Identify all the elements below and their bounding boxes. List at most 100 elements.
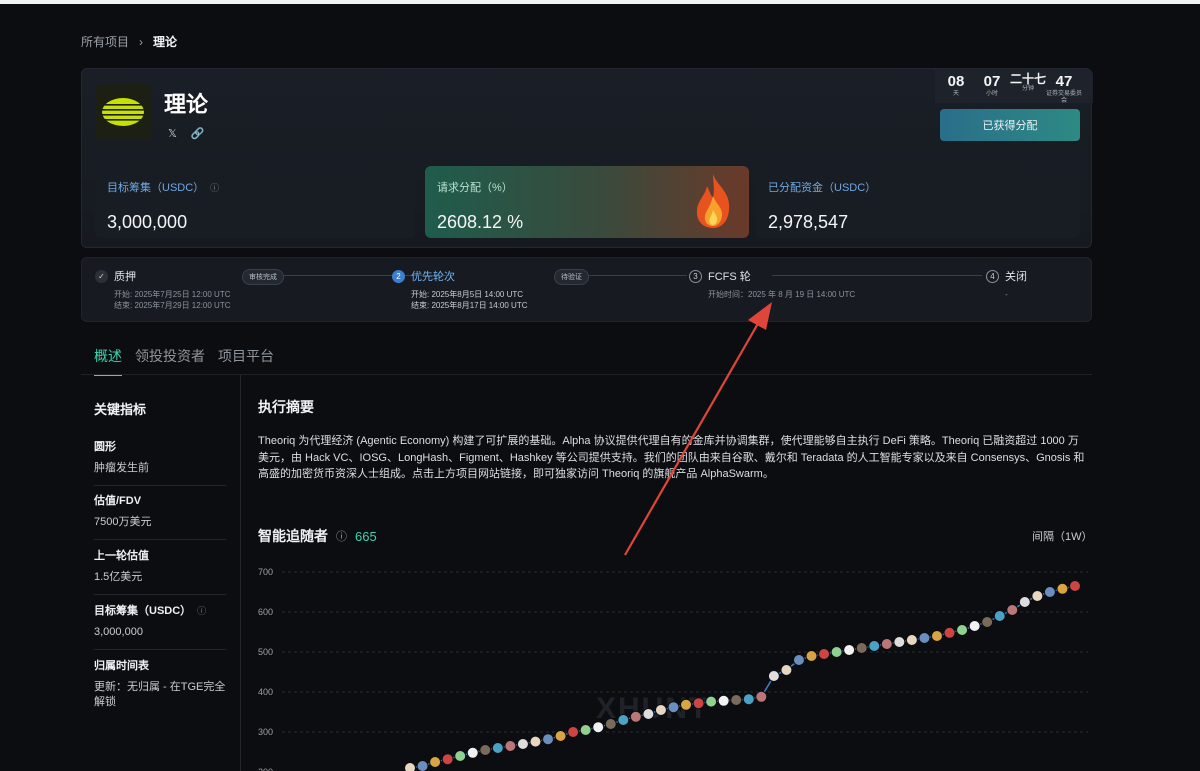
follower-avatar-point[interactable] <box>830 646 843 658</box>
stat-label: 请求分配（%） <box>437 182 513 194</box>
x-icon[interactable]: 𝕏 <box>168 127 177 140</box>
timeline-step-priority[interactable]: 2 优先轮次 开始: 2025年8月5日 14:00 UTC 结束: 2025年8月… <box>392 268 528 311</box>
follower-avatar-point[interactable] <box>542 733 555 746</box>
tab-lead-investors[interactable]: 领投投资者 <box>135 346 205 376</box>
y-tick-label: 600 <box>258 607 273 617</box>
follower-avatar-point[interactable] <box>441 753 454 766</box>
follower-avatar-point[interactable] <box>1056 582 1069 595</box>
fire-icon <box>696 174 730 228</box>
follower-avatar-point[interactable] <box>516 738 529 750</box>
metric-target-raise: 目标筹集（USDC） ⓘ 3,000,000 <box>94 602 226 650</box>
link-icon[interactable]: 🔗 <box>191 127 205 140</box>
follower-avatar-point[interactable] <box>843 644 856 656</box>
breadcrumb-root[interactable]: 所有项目 <box>81 33 129 50</box>
follower-avatar-point[interactable] <box>918 632 931 644</box>
follower-avatar-point[interactable] <box>454 750 467 762</box>
follower-avatar-point[interactable] <box>755 690 768 703</box>
follower-avatar-point[interactable] <box>529 735 542 748</box>
follower-avatar-point[interactable] <box>868 640 881 652</box>
follower-avatar-point[interactable] <box>416 760 429 771</box>
tab-launchpad[interactable]: 项目平台 <box>218 346 274 376</box>
step-date: 结束: 2025年7月29日 12:00 UTC <box>114 301 231 310</box>
follower-avatar-point[interactable] <box>579 724 592 736</box>
allocation-received-button[interactable]: 已获得分配 <box>940 109 1080 141</box>
status-badge: 待验证 <box>554 269 589 285</box>
step-number-icon: 4 <box>986 269 999 283</box>
follower-avatar-point[interactable] <box>880 638 893 650</box>
follower-avatar-point[interactable] <box>642 708 655 720</box>
follower-avatar-point[interactable] <box>767 670 780 682</box>
follower-avatar-point[interactable] <box>993 610 1006 622</box>
follower-avatar-point[interactable] <box>968 620 981 632</box>
follower-avatar-point[interactable] <box>404 762 416 771</box>
annotation-arrow <box>624 302 772 556</box>
project-title: 理论 <box>164 92 209 117</box>
follower-avatar-point[interactable] <box>429 756 442 768</box>
follower-avatar-point[interactable] <box>629 710 642 723</box>
breadcrumb-current: 理论 <box>153 35 178 49</box>
follower-avatar-point[interactable] <box>504 740 517 752</box>
step-number-icon: 2 <box>392 269 405 283</box>
info-icon[interactable]: ⓘ <box>210 181 219 194</box>
follower-avatar-point[interactable] <box>667 701 680 714</box>
follower-avatar-point[interactable] <box>680 698 693 711</box>
follower-avatar-point[interactable] <box>981 616 994 628</box>
follower-avatar-point[interactable] <box>491 742 504 754</box>
follower-avatar-point[interactable] <box>479 744 492 756</box>
timeline-step-close[interactable]: 4 关闭 - <box>986 268 1027 300</box>
info-icon[interactable]: ⓘ <box>336 528 347 544</box>
follower-avatar-point[interactable] <box>717 694 730 707</box>
interval-selector[interactable]: 间隔（1W） <box>1032 528 1093 544</box>
step-title: 关闭 <box>1005 271 1027 283</box>
follower-avatar-point[interactable] <box>654 704 667 716</box>
follower-avatar-point[interactable] <box>1031 590 1044 602</box>
stat-value: 2,978,547 <box>768 212 849 232</box>
follower-avatar-point[interactable] <box>943 626 956 639</box>
follower-avatar-point[interactable] <box>742 693 755 706</box>
follower-avatar-point[interactable] <box>604 718 617 730</box>
follower-avatar-point[interactable] <box>592 721 605 734</box>
step-number-icon: 3 <box>689 269 702 283</box>
step-title: 质押 <box>114 271 136 283</box>
follower-avatar-point[interactable] <box>705 695 718 708</box>
follower-avatar-point[interactable] <box>1018 596 1031 608</box>
timeline-step-fcfs[interactable]: 3 FCFS 轮 开始时间：2025 年 8 月 19 日 14:00 UTC <box>689 268 855 300</box>
follower-avatar-point[interactable] <box>905 634 918 646</box>
metric-key: 目标筹集（USDC） <box>94 605 192 617</box>
follower-avatar-point[interactable] <box>956 624 969 636</box>
metric-vesting: 归属时间表 更新：无归属 - 在TGE完全解锁 <box>94 657 226 719</box>
metric-key: 估值/FDV <box>94 495 142 507</box>
follower-avatar-point[interactable] <box>792 654 805 666</box>
step-date: 结束: 2025年8月17日 14:00 UTC <box>411 301 528 310</box>
follower-avatar-point[interactable] <box>567 726 580 738</box>
stat-allocated-funds: 已分配资金（USDC） 2,978,547 <box>756 166 1080 238</box>
follower-avatar-point[interactable] <box>617 714 630 726</box>
info-icon[interactable]: ⓘ <box>197 604 206 617</box>
follower-avatar-point[interactable] <box>730 694 743 706</box>
follower-avatar-point[interactable] <box>1069 580 1081 592</box>
follower-avatar-point[interactable] <box>1043 586 1056 598</box>
y-tick-label: 500 <box>258 647 273 657</box>
follower-avatar-point[interactable] <box>930 630 943 642</box>
countdown-seconds: 47 证券交易委员会 <box>1046 73 1083 104</box>
stat-label: 已分配资金（USDC） <box>768 182 877 194</box>
tab-overview[interactable]: 概述 <box>94 346 122 376</box>
follower-avatar-point[interactable] <box>893 636 906 648</box>
follower-avatar-point[interactable] <box>554 730 567 742</box>
follower-avatar-point[interactable] <box>466 746 479 759</box>
project-logo <box>95 84 151 140</box>
follower-avatar-point[interactable] <box>1006 604 1019 616</box>
metric-value: 更新：无归属 - 在TGE完全解锁 <box>94 681 226 708</box>
step-date: 开始: 2025年8月5日 14:00 UTC <box>411 290 524 299</box>
step-date: 开始时间：2025 年 8 月 19 日 14:00 UTC <box>708 290 856 299</box>
follower-avatar-point[interactable] <box>855 642 868 654</box>
follower-avatar-point[interactable] <box>818 648 831 660</box>
metric-value: 7500万美元 <box>94 516 152 528</box>
follower-avatar-point[interactable] <box>780 664 793 676</box>
timeline-step-staking[interactable]: ✓ 质押 开始: 2025年7月25日 12:00 UTC 结束: 2025年7月2… <box>95 268 231 311</box>
follower-avatar-point[interactable] <box>805 650 818 662</box>
follower-avatar-point[interactable] <box>692 697 705 710</box>
metric-valuation: 估值/FDV 7500万美元 <box>94 492 226 540</box>
status-badge: 审核完成 <box>242 269 284 285</box>
y-tick-label: 200 <box>258 767 273 771</box>
